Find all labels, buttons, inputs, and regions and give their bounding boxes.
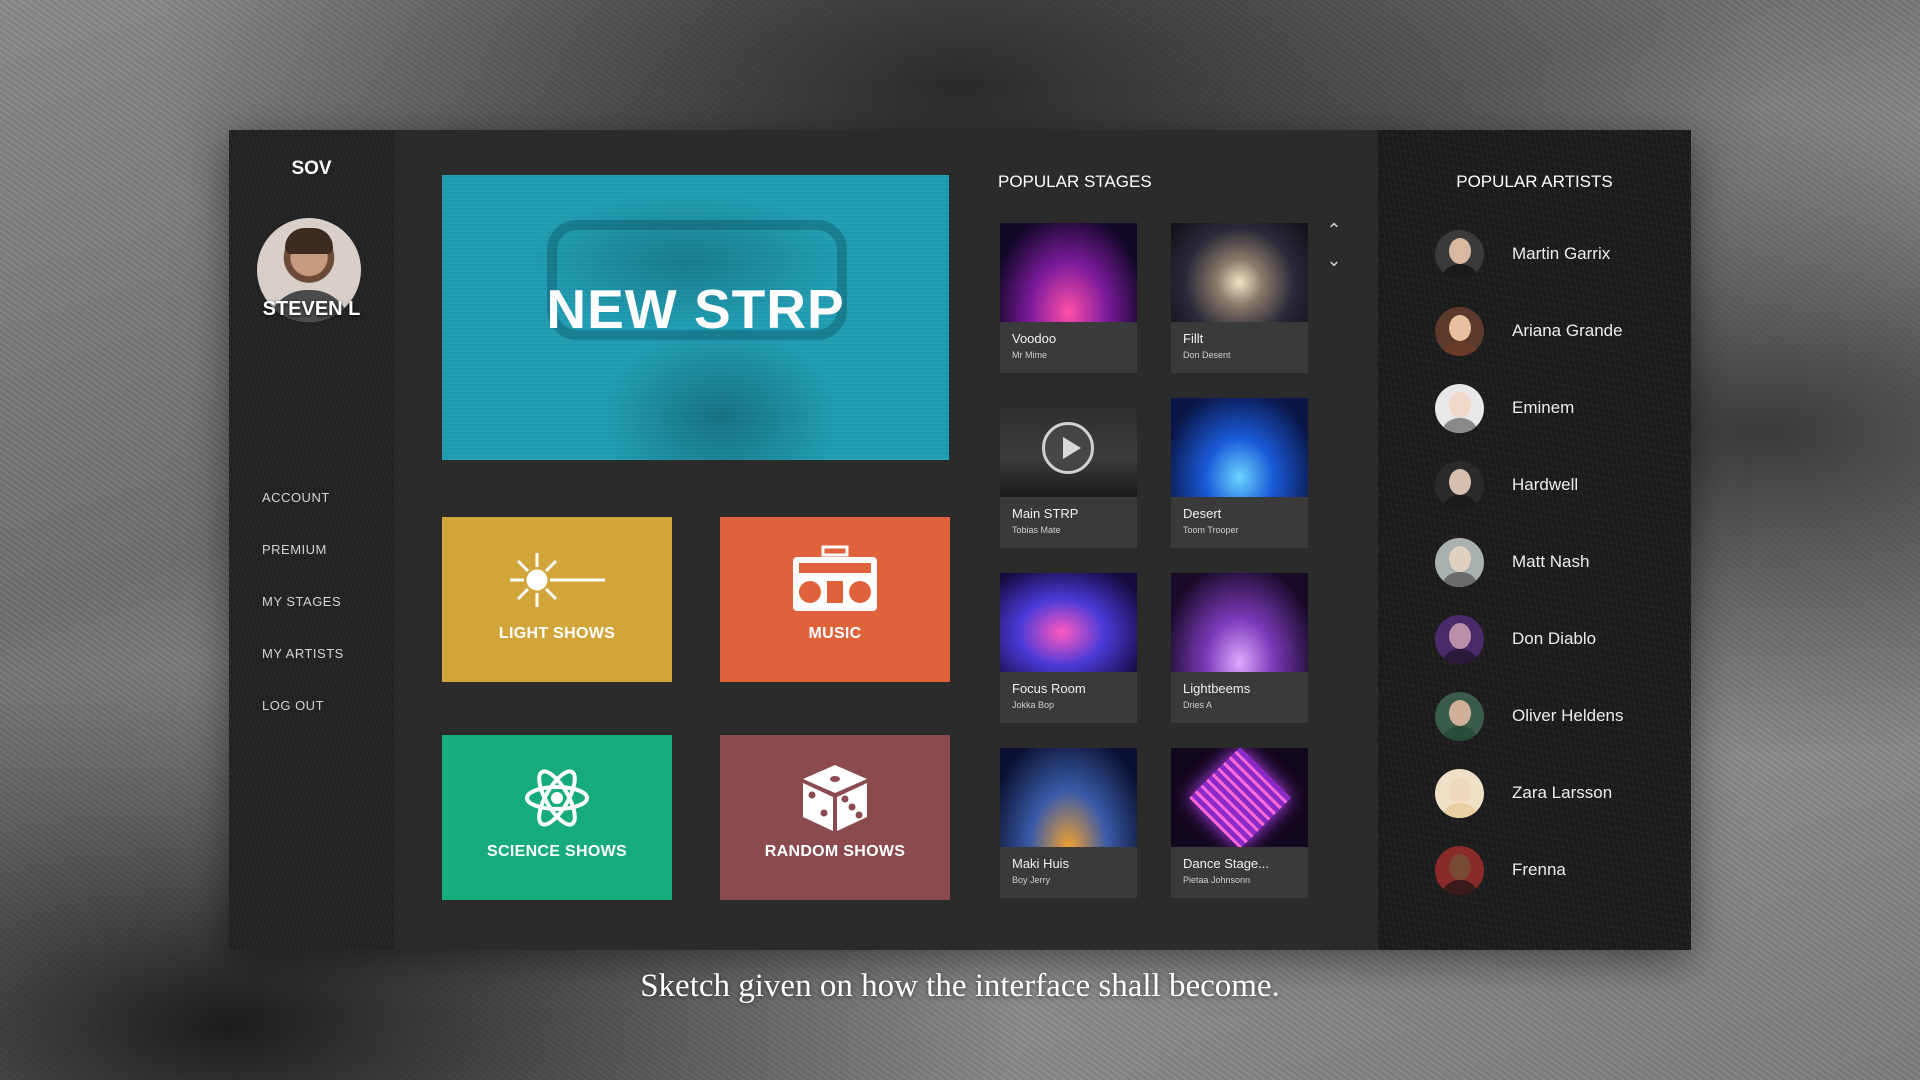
nav-item-my-artists[interactable]: MY ARTISTS	[262, 646, 344, 698]
artist-item[interactable]: Frenna	[1435, 846, 1675, 896]
stage-thumbnail	[1171, 398, 1308, 497]
play-icon[interactable]	[1042, 422, 1094, 474]
hero-title: NEW STRP	[546, 278, 845, 340]
artist-item[interactable]: Eminem	[1435, 384, 1675, 434]
stage-name: Desert	[1183, 506, 1222, 521]
stage-card[interactable]: Lightbeems Dries A	[1171, 573, 1308, 723]
tile-music[interactable]: MUSIC	[720, 517, 950, 682]
stage-artist: Dries A	[1183, 700, 1213, 710]
laser-burst-icon	[442, 545, 672, 620]
stage-thumbnail	[1171, 223, 1308, 322]
sidebar: SOV STEVEN L ACCOUNT PREMIUM MY STAGES M…	[229, 130, 394, 950]
artist-avatar	[1435, 461, 1484, 510]
tile-label: RANDOM SHOWS	[764, 843, 906, 860]
stage-name: Focus Room	[1012, 681, 1086, 696]
stage-artist: Jokka Bop	[1012, 700, 1055, 710]
artist-avatar	[1435, 384, 1484, 433]
app-logo: SOV	[291, 158, 332, 179]
tile-light-shows[interactable]: LIGHT SHOWS	[442, 517, 672, 682]
popular-stages-heading: POPULAR STAGES	[998, 172, 1152, 191]
artist-item[interactable]: Oliver Heldens	[1435, 692, 1675, 742]
artist-name: Matt Nash	[1512, 552, 1590, 571]
popular-artists-heading: POPULAR ARTISTS	[1456, 172, 1613, 191]
chevron-up-icon[interactable]: ⌃	[1324, 220, 1344, 240]
artist-avatar	[1435, 692, 1484, 741]
nav-item-premium[interactable]: PREMIUM	[262, 542, 344, 594]
artist-name: Don Diablo	[1512, 629, 1597, 648]
artist-item[interactable]: Hardwell	[1435, 461, 1675, 511]
stage-thumbnail	[1000, 398, 1137, 497]
boombox-icon	[720, 545, 950, 620]
artist-name: Hardwell	[1512, 475, 1579, 494]
stage-artist: Don Desent	[1183, 350, 1231, 360]
artist-item[interactable]: Don Diablo	[1435, 615, 1675, 665]
artist-item[interactable]: Martin Garrix	[1435, 230, 1675, 280]
stage-name: Lightbeems	[1183, 681, 1251, 696]
sidebar-nav: ACCOUNT PREMIUM MY STAGES MY ARTISTS LOG…	[262, 490, 344, 750]
slide-caption: Sketch given on how the interface shall …	[640, 968, 1280, 1004]
artist-name: Eminem	[1512, 398, 1575, 417]
artist-avatar	[1435, 615, 1484, 664]
tile-random-shows[interactable]: RANDOM SHOWS	[720, 735, 950, 900]
stage-card[interactable]: Fillt Don Desent	[1171, 223, 1308, 373]
stage-thumbnail	[1000, 573, 1137, 672]
stage-card[interactable]: Maki Huis Boy Jerry	[1000, 748, 1137, 898]
artist-name: Frenna	[1512, 860, 1566, 879]
stage-artist: Pietaa Johnsonn	[1183, 875, 1251, 885]
artist-item[interactable]: Ariana Grande	[1435, 307, 1675, 357]
artist-avatar	[1435, 846, 1484, 895]
stage-thumbnail	[1000, 748, 1137, 847]
stage-name: Maki Huis	[1012, 856, 1070, 871]
tile-label: MUSIC	[808, 625, 862, 642]
atom-icon	[442, 763, 672, 838]
artist-name: Zara Larsson	[1512, 783, 1613, 802]
tile-label: LIGHT SHOWS	[498, 625, 616, 642]
nav-item-log-out[interactable]: LOG OUT	[262, 698, 344, 750]
artist-name: Ariana Grande	[1512, 321, 1623, 340]
user-name: STEVEN L	[262, 298, 361, 320]
app-window: SOV STEVEN L ACCOUNT PREMIUM MY STAGES M…	[229, 130, 1691, 950]
stage-artist: Boy Jerry	[1012, 875, 1051, 885]
stage-name: Voodoo	[1012, 331, 1057, 346]
popular-artists-panel: POPULAR ARTISTS Martin Garrix Ariana Gra…	[1378, 130, 1691, 950]
artist-avatar	[1435, 230, 1484, 279]
stage-name: Main STRP	[1012, 506, 1079, 521]
artist-avatar	[1435, 769, 1484, 818]
stage-card[interactable]: Desert Toom Trooper	[1171, 398, 1308, 548]
tile-label: SCIENCE SHOWS	[487, 843, 627, 860]
nav-item-account[interactable]: ACCOUNT	[262, 490, 344, 542]
stage-name: Dance Stage...	[1183, 856, 1269, 871]
stage-artist: Toom Trooper	[1183, 525, 1239, 535]
artist-avatar	[1435, 538, 1484, 587]
artist-avatar	[1435, 307, 1484, 356]
stage-card[interactable]: Main STRP Tobias Mate	[1000, 398, 1137, 548]
stage-card[interactable]: Focus Room Jokka Bop	[1000, 573, 1137, 723]
stage-thumbnail	[1171, 748, 1308, 847]
stage-thumbnail	[1171, 573, 1308, 672]
tile-science-shows[interactable]: SCIENCE SHOWS	[442, 735, 672, 900]
stage-artist: Tobias Mate	[1012, 525, 1061, 535]
dice-icon	[720, 763, 950, 838]
stage-thumbnail	[1000, 223, 1137, 322]
stage-card[interactable]: Voodoo Mr Mime	[1000, 223, 1137, 373]
artist-name: Oliver Heldens	[1512, 706, 1624, 725]
artist-item[interactable]: Matt Nash	[1435, 538, 1675, 588]
chevron-down-icon[interactable]: ⌄	[1324, 250, 1344, 270]
stage-name: Fillt	[1183, 331, 1204, 346]
hero-banner[interactable]: NEW STRP	[442, 175, 949, 460]
nav-item-my-stages[interactable]: MY STAGES	[262, 594, 344, 646]
artist-item[interactable]: Zara Larsson	[1435, 769, 1675, 819]
stage-artist: Mr Mime	[1012, 350, 1047, 360]
artist-name: Martin Garrix	[1512, 244, 1611, 263]
stage-card[interactable]: Dance Stage... Pietaa Johnsonn	[1171, 748, 1308, 898]
